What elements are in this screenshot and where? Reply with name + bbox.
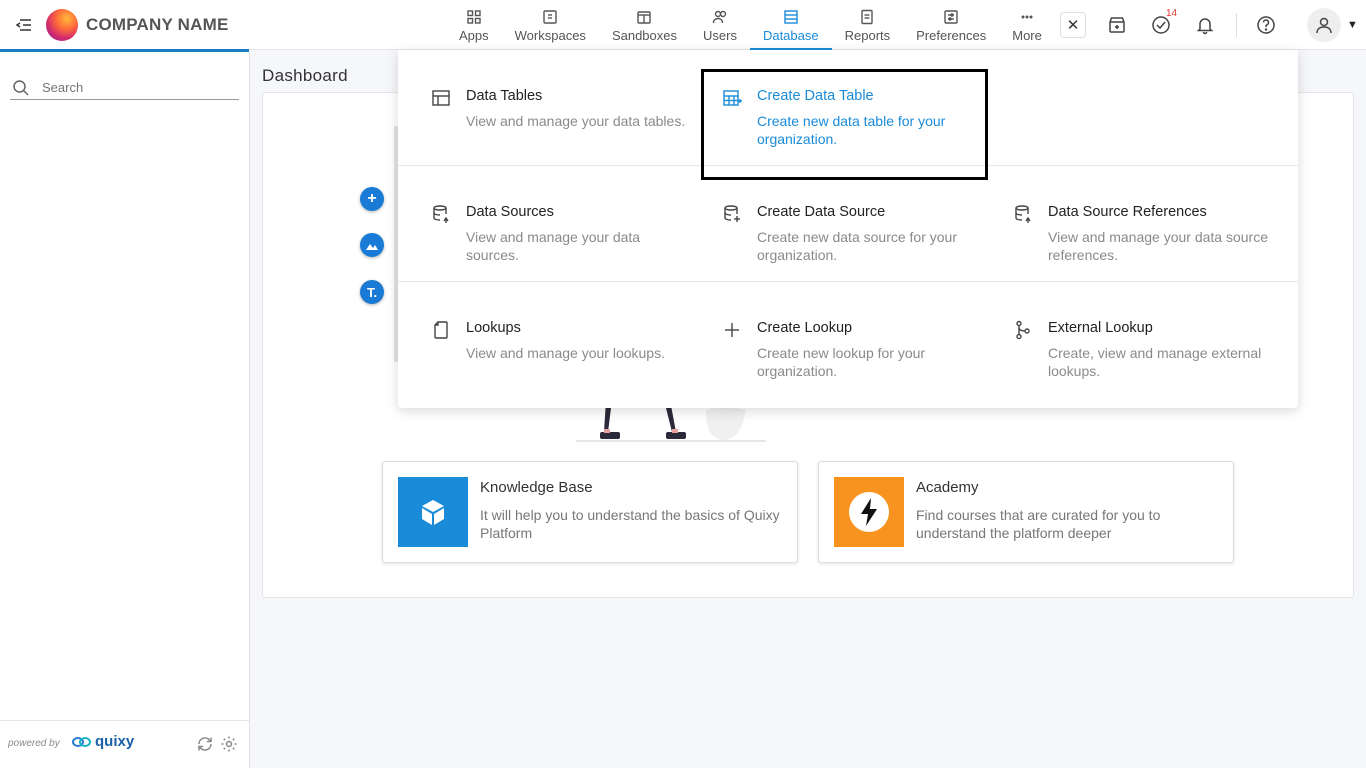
- card-title: Academy: [916, 479, 979, 496]
- sidebar-search: [10, 76, 239, 100]
- quixy-brand: quixy: [95, 733, 135, 750]
- nav-database[interactable]: Database: [749, 6, 832, 50]
- page-title: Dashboard: [262, 66, 348, 85]
- quixy-mark-icon: [72, 736, 91, 747]
- menu-item-description: View and manage your data sources.: [466, 229, 641, 263]
- nav-workspaces[interactable]: Workspaces: [502, 6, 599, 50]
- card-description: It will help you to understand the basic…: [480, 507, 780, 541]
- toolbar-divider: [1236, 13, 1237, 37]
- workspace-icon: [543, 10, 557, 24]
- settings-gear-icon[interactable]: [220, 735, 238, 753]
- menu-item-description: Create new data source for your organiza…: [757, 229, 957, 263]
- menu-item-data-source-references[interactable]: Data Source References View and manage y…: [980, 166, 1270, 282]
- company-logo[interactable]: [46, 9, 78, 41]
- preferences-icon: [944, 10, 958, 24]
- menu-item-description: Create new lookup for your organization.: [757, 345, 926, 379]
- menu-item-label: Create Lookup: [757, 320, 853, 336]
- cube-icon: [398, 477, 468, 547]
- menu-item-description: Create, view and manage external lookups…: [1048, 345, 1262, 379]
- menu-item-description: View and manage your data source referen…: [1048, 229, 1268, 263]
- dropdown-row: Lookups View and manage your lookups. Cr…: [398, 282, 1298, 398]
- knowledge-base-card[interactable]: Knowledge Base It will help you to under…: [382, 461, 798, 563]
- lightning-icon: [834, 477, 904, 547]
- menu-item-lookups[interactable]: Lookups View and manage your lookups.: [398, 282, 688, 398]
- nav-label: Users: [703, 28, 737, 43]
- menu-collapse-icon[interactable]: [14, 15, 34, 35]
- data-source-add-icon: [722, 204, 742, 224]
- main-nav: Apps Workspaces Sandboxes Users Database…: [446, 6, 1055, 50]
- nav-apps[interactable]: Apps: [446, 6, 502, 50]
- nav-label: Reports: [844, 28, 891, 43]
- nav-label: Apps: [459, 28, 489, 43]
- grid-icon: [467, 10, 481, 24]
- menu-item-create-lookup[interactable]: Create Lookup Create new lookup for your…: [689, 282, 979, 398]
- database-icon: [784, 10, 798, 24]
- menu-item-create-data-source[interactable]: Create Data Source Create new data sourc…: [689, 166, 979, 282]
- tasks-icon[interactable]: 14: [1144, 8, 1178, 42]
- nav-more[interactable]: More: [999, 6, 1055, 50]
- sidebar: powered by quixy: [0, 52, 250, 768]
- sidebar-footer: powered by quixy: [0, 720, 249, 768]
- add-text-icon[interactable]: T.: [360, 280, 384, 304]
- table-add-icon: [722, 88, 742, 108]
- menu-item-description: View and manage your data tables.: [466, 113, 686, 129]
- database-dropdown-menu: Data Tables View and manage your data ta…: [398, 50, 1298, 408]
- menu-item-label: Data Tables: [466, 88, 543, 104]
- report-icon: [861, 9, 874, 25]
- card-title: Knowledge Base: [480, 479, 593, 496]
- user-icon: [1316, 17, 1332, 34]
- nav-sandboxes[interactable]: Sandboxes: [599, 6, 690, 50]
- top-bar: COMPANY NAME Apps Workspaces Sandboxes U…: [0, 0, 1366, 52]
- store-icon[interactable]: [1100, 8, 1134, 42]
- help-icon[interactable]: [1249, 8, 1283, 42]
- menu-item-data-sources[interactable]: Data Sources View and manage your data s…: [398, 166, 688, 282]
- search-icon: [13, 79, 29, 96]
- quixy-logo: quixy: [72, 733, 134, 750]
- menu-item-label: Data Source References: [1048, 204, 1207, 220]
- tasks-badge: 14: [1166, 8, 1178, 19]
- menu-item-data-tables[interactable]: Data Tables View and manage your data ta…: [398, 50, 688, 166]
- refresh-icon[interactable]: [196, 735, 214, 753]
- data-source-ref-icon: [1013, 204, 1033, 224]
- nav-reports[interactable]: Reports: [832, 6, 904, 50]
- nav-label: Sandboxes: [611, 28, 677, 43]
- add-widget-icon[interactable]: +: [360, 187, 384, 211]
- lookup-icon: [431, 320, 451, 340]
- external-lookup-icon: [1013, 320, 1033, 340]
- more-icon: [1021, 15, 1033, 19]
- search-input[interactable]: [42, 80, 222, 95]
- menu-item-external-lookup[interactable]: External Lookup Create, view and manage …: [980, 282, 1270, 398]
- menu-item-label: Create Data Table: [757, 88, 874, 104]
- nav-preferences[interactable]: Preferences: [903, 6, 999, 50]
- card-description: Find courses that are curated for you to…: [916, 507, 1161, 541]
- powered-by-label: powered by: [8, 738, 60, 749]
- close-button[interactable]: ✕: [1060, 12, 1086, 38]
- dropdown-row: Data Sources View and manage your data s…: [398, 166, 1298, 282]
- dropdown-row: Data Tables View and manage your data ta…: [398, 50, 1298, 166]
- plus-icon: [722, 320, 742, 340]
- data-source-icon: [431, 204, 451, 224]
- nav-label: Workspaces: [514, 28, 586, 43]
- menu-item-create-data-table[interactable]: Create Data Table Create new data table …: [689, 50, 979, 166]
- nav-label: Preferences: [916, 28, 987, 43]
- menu-item-label: Data Sources: [466, 204, 554, 220]
- caret-down-icon[interactable]: ▼: [1347, 19, 1358, 31]
- nav-label: More: [1012, 28, 1042, 43]
- add-image-icon[interactable]: [360, 233, 384, 257]
- toolbar-right: ✕ 14 ▼: [1060, 0, 1358, 50]
- sandbox-icon: [637, 11, 652, 24]
- menu-item-description: View and manage your lookups.: [466, 345, 665, 361]
- bell-icon[interactable]: [1188, 8, 1222, 42]
- table-icon: [431, 88, 451, 108]
- menu-item-label: External Lookup: [1048, 320, 1153, 336]
- menu-item-label: Lookups: [466, 320, 521, 336]
- users-icon: [712, 10, 727, 24]
- user-avatar[interactable]: [1307, 8, 1341, 42]
- nav-users[interactable]: Users: [690, 6, 750, 50]
- company-name: COMPANY NAME: [86, 15, 229, 34]
- menu-item-label: Create Data Source: [757, 204, 886, 220]
- menu-item-description: Create new data table for your organizat…: [757, 113, 946, 147]
- nav-label: Database: [762, 28, 819, 43]
- academy-card[interactable]: Academy Find courses that are curated fo…: [818, 461, 1234, 563]
